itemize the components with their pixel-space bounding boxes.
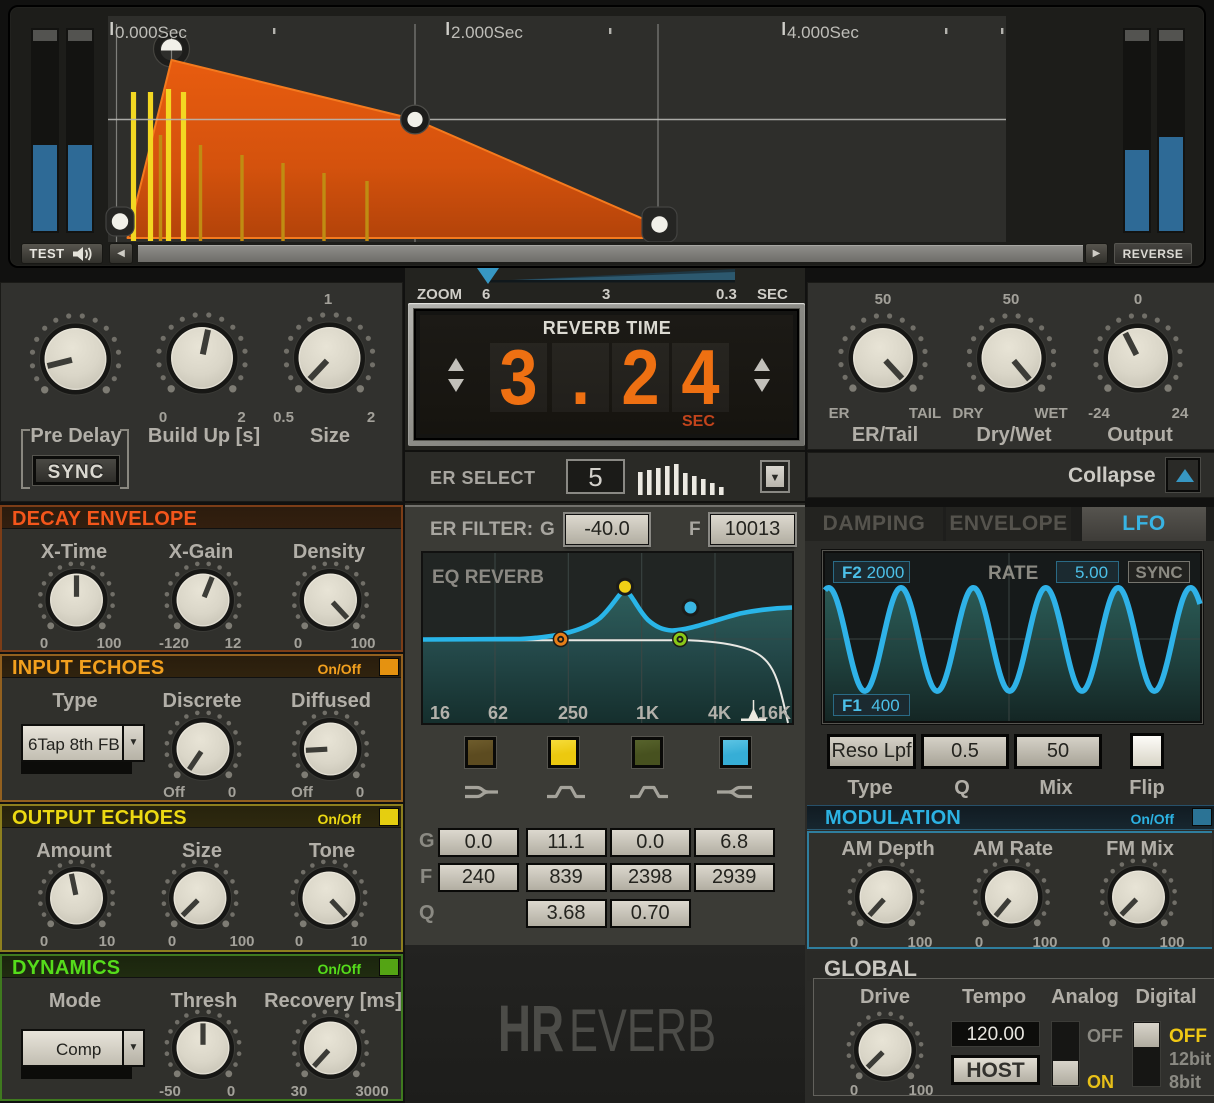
svg-text:EQ REVERB: EQ REVERB xyxy=(432,567,544,588)
svg-text:250: 250 xyxy=(558,703,588,723)
svg-text:HR: HR xyxy=(498,991,564,1065)
svg-text:4K: 4K xyxy=(708,703,731,723)
svg-text:2.000Sec: 2.000Sec xyxy=(451,23,523,42)
svg-text:1K: 1K xyxy=(636,703,659,723)
svg-text:4.000Sec: 4.000Sec xyxy=(787,23,859,42)
svg-text:0.000Sec: 0.000Sec xyxy=(115,23,187,42)
svg-text:EVERB: EVERB xyxy=(569,997,716,1064)
svg-text:16: 16 xyxy=(430,703,450,723)
svg-text:62: 62 xyxy=(488,703,508,723)
